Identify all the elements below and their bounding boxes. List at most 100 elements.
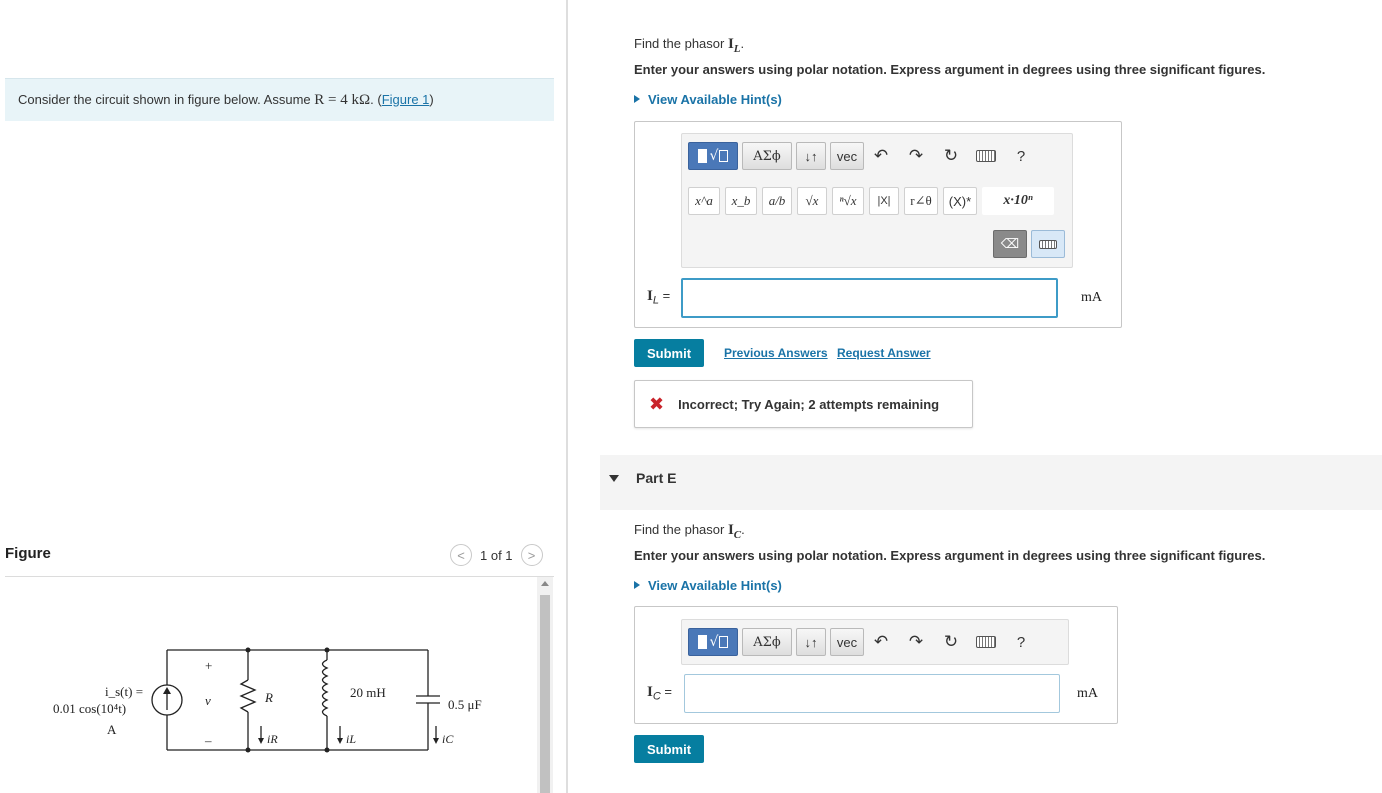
vector-button[interactable]: vec	[830, 628, 864, 656]
greek-symbols-button[interactable]: ΑΣϕ	[742, 142, 792, 170]
partD-phasor-sub: L	[733, 43, 741, 55]
scientific-notation-button[interactable]: x·10ⁿ	[982, 187, 1054, 215]
redo-icon[interactable]: ↷	[903, 142, 929, 170]
partD-answer-label-eq: =	[658, 288, 671, 303]
circuit-diagram: i_s(t) = 0.01 cos(10⁴t) A + v – R 20 mH …	[53, 647, 482, 753]
intro-close-paren: )	[429, 92, 434, 107]
intro-text-before: Consider the circuit shown in figure bel…	[18, 92, 315, 107]
partE-title: Part E	[636, 470, 677, 486]
keyboard-glyph	[976, 636, 996, 648]
greek-symbols-button[interactable]: ΑΣϕ	[742, 628, 792, 656]
partE-unit: mA	[1077, 686, 1098, 701]
intro-math: R = 4 kΩ	[314, 92, 371, 108]
figure-divider	[5, 576, 554, 577]
figure-scrollbar[interactable]	[537, 577, 553, 793]
partD-feedback: ✖ Incorrect; Try Again; 2 attempts remai…	[634, 380, 973, 428]
keyboard-icon[interactable]	[973, 142, 999, 170]
redo-icon[interactable]: ↷	[903, 628, 929, 656]
right-pane: Find the phasor IL. Enter your answers u…	[568, 0, 1382, 793]
hint-caret-icon	[634, 95, 640, 103]
reset-icon[interactable]: ↻	[938, 142, 964, 170]
voltage-label: v	[205, 693, 211, 708]
inductor-label: 20 mH	[350, 685, 386, 700]
partD-question-suffix: .	[740, 36, 745, 51]
voltage-plus: +	[205, 658, 212, 673]
figure-link[interactable]: Figure 1	[382, 92, 430, 107]
reset-icon[interactable]: ↻	[938, 628, 964, 656]
templates-button[interactable]: √	[688, 628, 738, 656]
radical-icon: √	[709, 634, 719, 650]
current-L-label: iL	[346, 732, 356, 746]
conjugate-button[interactable]: (X)*	[943, 187, 977, 215]
undo-icon[interactable]: ↶	[868, 142, 894, 170]
figure-counter: 1 of 1	[480, 547, 513, 563]
partD-instructions: Enter your answers using polar notation.…	[634, 62, 1266, 77]
partE-hint-toggle[interactable]: View Available Hint(s)	[634, 578, 782, 593]
partE-toolbar-row1: √ ΑΣϕ ↓↑ vec ↶ ↷ ↻ ?	[688, 628, 1043, 656]
templates-button[interactable]: √	[688, 142, 738, 170]
partE-answer-input[interactable]	[684, 674, 1060, 713]
keyboard-glyph	[976, 150, 996, 162]
partD-submit-button[interactable]: Submit	[634, 339, 704, 367]
vector-button[interactable]: vec	[830, 142, 864, 170]
partE-phasor: IC	[728, 522, 741, 541]
figure-heading: Figure	[5, 545, 51, 562]
partE-math-toolbar: √ ΑΣϕ ↓↑ vec ↶ ↷ ↻ ?	[681, 619, 1069, 665]
nth-root-button[interactable]: ⁿ√x	[832, 187, 864, 215]
partE-answer-label-sub: C	[652, 690, 661, 703]
radical-icon: √	[709, 148, 719, 164]
sort-button[interactable]: ↓↑	[796, 142, 826, 170]
scroll-thumb[interactable]	[540, 595, 550, 793]
partD-hint-label: View Available Hint(s)	[648, 92, 782, 107]
backspace-icon[interactable]: ⌫	[993, 230, 1027, 258]
partD-feedback-text: Incorrect; Try Again; 2 attempts remaini…	[678, 396, 940, 412]
collapse-caret-icon[interactable]	[609, 475, 619, 482]
current-C-label: iC	[442, 732, 454, 746]
request-answer-link[interactable]: Request Answer	[837, 346, 931, 360]
partE-question-prefix: Find the phasor	[634, 522, 728, 537]
hint-caret-icon	[634, 581, 640, 589]
partE-question: Find the phasor IC.	[634, 522, 745, 541]
partD-answer-input[interactable]	[681, 278, 1058, 318]
partD-answer-panel: √ ΑΣϕ ↓↑ vec ↶ ↷ ↻ ? x^a x_b a/b √x ⁿ√x …	[634, 121, 1122, 328]
partD-toolbar-row3: ⌫	[993, 230, 1069, 258]
keyboard-toggle-icon[interactable]	[1031, 230, 1065, 258]
undo-icon[interactable]: ↶	[868, 628, 894, 656]
partE-hint-label: View Available Hint(s)	[648, 578, 782, 593]
partD-question-prefix: Find the phasor	[634, 36, 728, 51]
intro-text: Consider the circuit shown in figure bel…	[18, 92, 434, 109]
partD-question: Find the phasor IL.	[634, 36, 744, 55]
partE-question-suffix: .	[741, 522, 745, 537]
source-label-line2: 0.01 cos(10⁴t)	[53, 701, 126, 716]
fraction-button[interactable]: a/b	[762, 187, 792, 215]
previous-answers-link[interactable]: Previous Answers	[724, 346, 828, 360]
partD-phasor: IL	[728, 36, 741, 55]
voltage-minus: –	[204, 733, 212, 748]
partD-answer-label: IL =	[647, 288, 670, 307]
figure-prev-button[interactable]: <	[450, 544, 472, 566]
partD-toolbar-row1: √ ΑΣϕ ↓↑ vec ↶ ↷ ↻ ?	[688, 142, 1043, 170]
template-empty-icon	[719, 150, 729, 162]
subscript-button[interactable]: x_b	[725, 187, 757, 215]
sqrt-button[interactable]: √x	[797, 187, 827, 215]
partD-math-toolbar: √ ΑΣϕ ↓↑ vec ↶ ↷ ↻ ? x^a x_b a/b √x ⁿ√x …	[681, 133, 1073, 268]
partE-header[interactable]: Part E	[600, 455, 1382, 510]
figure-next-button[interactable]: >	[520, 544, 543, 566]
keyboard-icon[interactable]	[973, 628, 999, 656]
partD-hint-toggle[interactable]: View Available Hint(s)	[634, 92, 782, 107]
scroll-up-icon[interactable]	[541, 581, 549, 586]
polar-button[interactable]: r∠θ	[904, 187, 938, 215]
left-pane: Consider the circuit shown in figure bel…	[0, 0, 566, 793]
template-empty-icon	[719, 636, 729, 648]
help-icon[interactable]: ?	[1008, 142, 1034, 170]
partE-answer-label-eq: =	[660, 684, 673, 699]
partE-submit-button[interactable]: Submit	[634, 735, 704, 763]
template-box-icon	[697, 635, 707, 649]
sort-button[interactable]: ↓↑	[796, 628, 826, 656]
superscript-button[interactable]: x^a	[688, 187, 720, 215]
abs-value-button[interactable]: |X|	[869, 187, 899, 215]
partD-toolbar-row2: x^a x_b a/b √x ⁿ√x |X| r∠θ (X)* x·10ⁿ	[688, 187, 1059, 215]
template-box-icon	[697, 149, 707, 163]
partE-instructions: Enter your answers using polar notation.…	[634, 548, 1266, 563]
help-icon[interactable]: ?	[1008, 628, 1034, 656]
